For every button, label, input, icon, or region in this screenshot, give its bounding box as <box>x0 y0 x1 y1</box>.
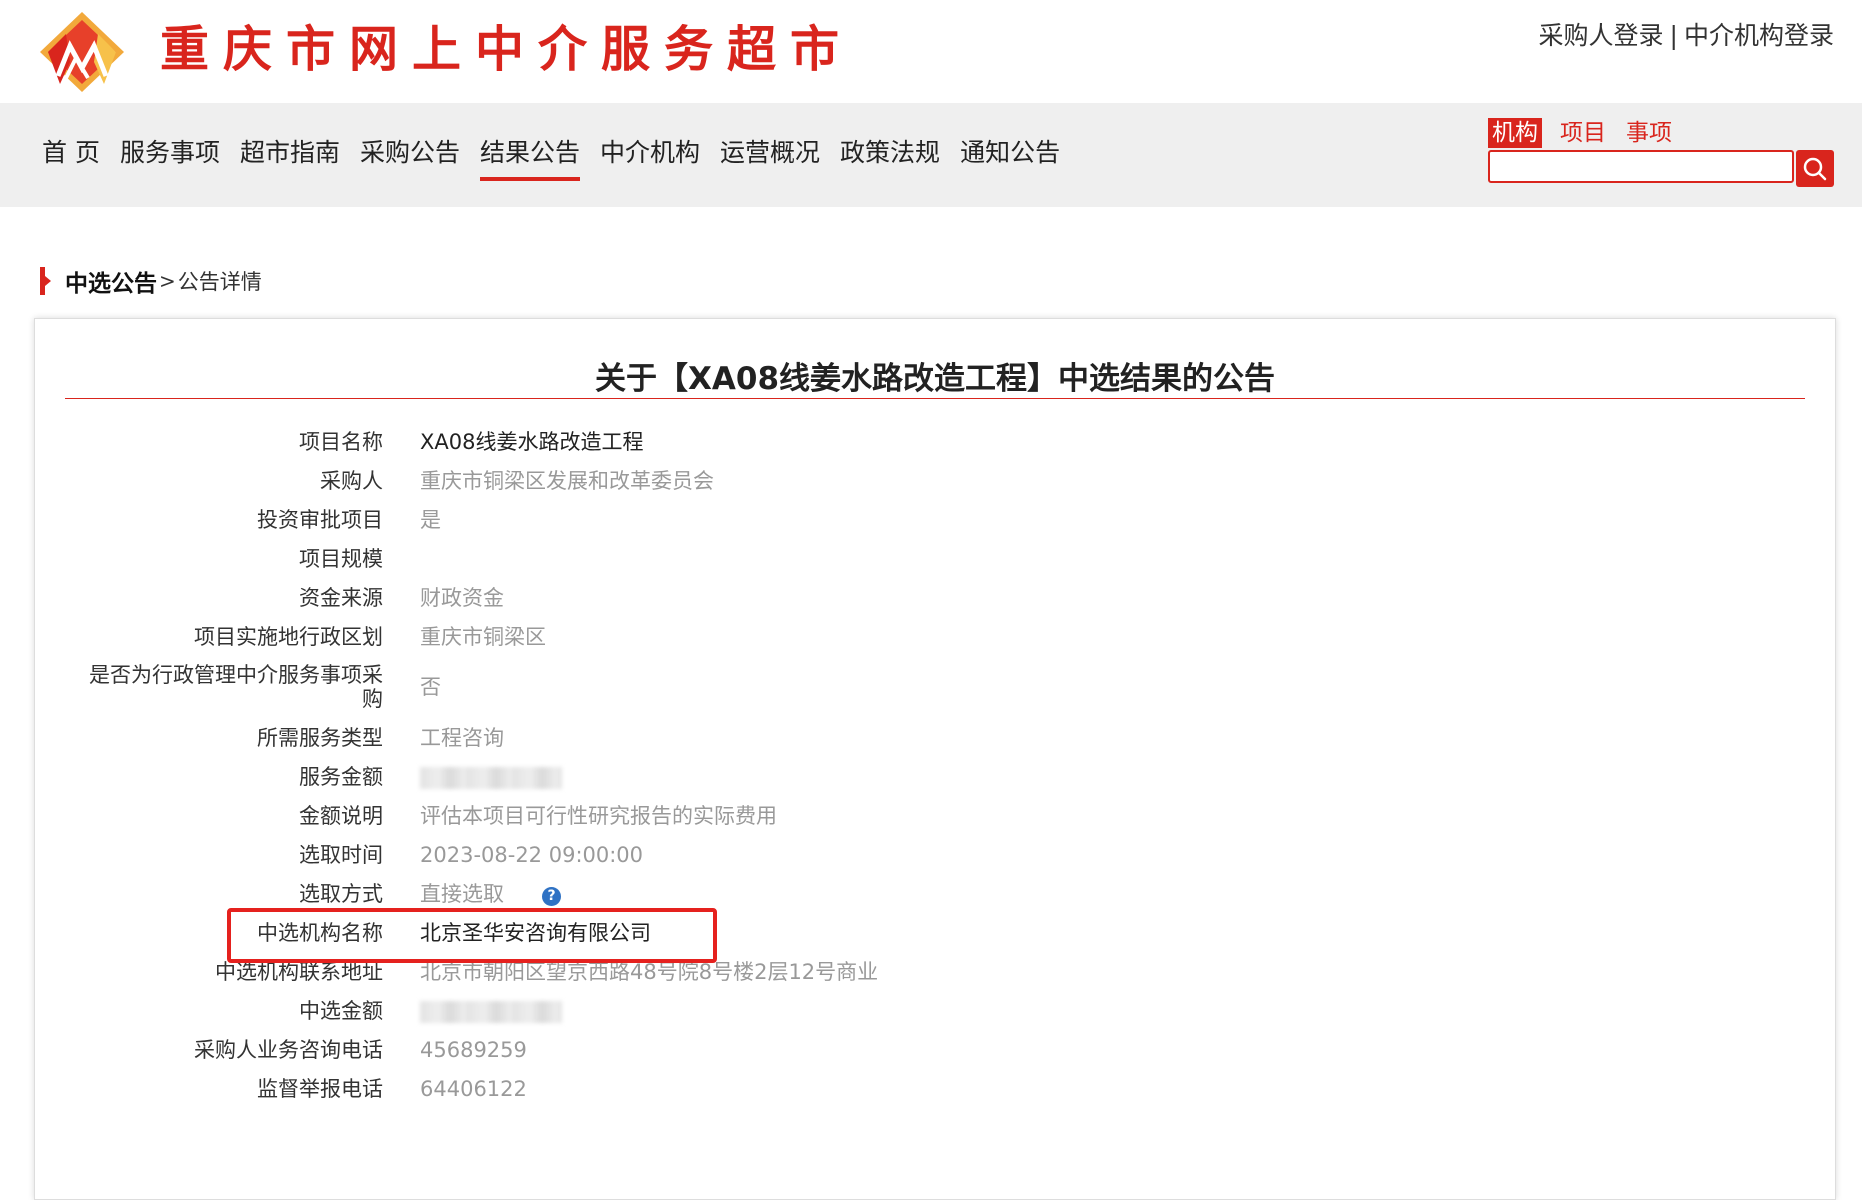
nav-item-policies[interactable]: 政策法规 <box>840 133 940 179</box>
detail-value-text: 45689259 <box>420 1037 527 1062</box>
breadcrumb-marker <box>40 267 51 295</box>
detail-value <box>420 765 562 789</box>
detail-value: 否 <box>420 675 441 699</box>
breadcrumb-separator: > <box>159 269 176 293</box>
nav-item-operations[interactable]: 运营概况 <box>720 133 820 179</box>
winner-highlight-box <box>227 908 717 963</box>
detail-label: 投资审批项目 <box>257 507 383 532</box>
breadcrumb-section[interactable]: 中选公告 <box>65 264 157 298</box>
redacted-amount <box>420 1000 562 1023</box>
detail-label: 金额说明 <box>299 803 383 828</box>
title-divider <box>65 398 1805 399</box>
detail-row: 采购人 重庆市铜梁区发展和改革委员会 <box>35 461 1035 500</box>
login-links: 采购人登录 | 中介机构登录 <box>1539 16 1834 52</box>
detail-value: XA08线姜水路改造工程 <box>420 430 643 454</box>
detail-row: 项目规模 <box>35 539 1035 578</box>
search-tab-item[interactable]: 事项 <box>1622 118 1676 148</box>
detail-label: 中选金额 <box>299 998 383 1023</box>
detail-label: 服务金额 <box>299 764 383 789</box>
detail-row: 服务金额 <box>35 757 1035 796</box>
detail-value: 64406122 <box>420 1077 527 1101</box>
nav-item-agencies[interactable]: 中介机构 <box>600 133 700 179</box>
nav-item-result-notices[interactable]: 结果公告 <box>480 133 581 181</box>
detail-label: 是否为行政管理中介服务事项采购 <box>89 663 383 711</box>
search-input[interactable] <box>1488 150 1794 183</box>
detail-label: 选取方式 <box>299 881 383 906</box>
detail-value-text: 重庆市铜梁区发展和改革委员会 <box>420 468 714 493</box>
search-icon <box>1803 157 1827 181</box>
detail-value: 直接选取? <box>420 882 561 906</box>
detail-value-text: 工程咨询 <box>420 725 504 750</box>
detail-value-text: 64406122 <box>420 1076 527 1101</box>
detail-value: 重庆市铜梁区发展和改革委员会 <box>420 469 714 493</box>
detail-label: 选取时间 <box>299 842 383 867</box>
detail-value-text: 评估本项目可行性研究报告的实际费用 <box>420 803 777 828</box>
login-separator: | <box>1669 21 1678 50</box>
agency-login-link[interactable]: 中介机构登录 <box>1684 21 1834 50</box>
detail-row: 投资审批项目 是 <box>35 500 1035 539</box>
redacted-amount <box>420 766 562 789</box>
site-title: 重庆市网上中介服务超市 <box>160 21 854 78</box>
detail-value: 工程咨询 <box>420 726 504 750</box>
detail-row: 项目名称 XA08线姜水路改造工程 <box>35 422 1035 461</box>
detail-label: 监督举报电话 <box>257 1076 383 1101</box>
detail-label: 所需服务类型 <box>257 725 383 750</box>
search-tab-project[interactable]: 项目 <box>1556 118 1610 148</box>
nav-item-service-items[interactable]: 服务事项 <box>120 133 220 179</box>
detail-label: 中选机构联系地址 <box>215 959 383 984</box>
detail-label: 项目实施地行政区划 <box>194 624 383 649</box>
logo-emblem-icon <box>40 12 124 92</box>
main-nav-bar: 首 页 服务事项 超市指南 采购公告 结果公告 中介机构 运营概况 政策法规 通… <box>0 103 1862 207</box>
detail-value: 45689259 <box>420 1038 527 1062</box>
detail-value: 重庆市铜梁区 <box>420 625 546 649</box>
detail-value-text: 否 <box>420 675 441 699</box>
detail-value: 是 <box>420 508 441 532</box>
buyer-login-link[interactable]: 采购人登录 <box>1539 21 1664 50</box>
nav-item-market-guide[interactable]: 超市指南 <box>240 133 340 179</box>
detail-value: 评估本项目可行性研究报告的实际费用 <box>420 804 777 828</box>
detail-row: 所需服务类型 工程咨询 <box>35 718 1035 757</box>
question-circle-icon[interactable]: ? <box>542 886 561 906</box>
top-header: 重庆市网上中介服务超市 采购人登录 | 中介机构登录 <box>0 0 1862 103</box>
nav-item-procurement-notices[interactable]: 采购公告 <box>360 133 460 179</box>
detail-value-text: 2023-08-22 09:00:00 <box>420 842 644 867</box>
detail-label: 资金来源 <box>299 585 383 610</box>
detail-row: 中选金额 <box>35 991 1035 1030</box>
detail-label: 项目规模 <box>299 546 383 571</box>
breadcrumb-page: 公告详情 <box>177 270 262 294</box>
detail-label: 项目名称 <box>299 429 383 454</box>
detail-value-text: 北京市朝阳区望京西路48号院8号楼2层12号商业 <box>420 959 879 984</box>
site-logo[interactable] <box>40 12 124 92</box>
search-tab-agency[interactable]: 机构 <box>1488 118 1542 148</box>
detail-value <box>420 999 562 1023</box>
notice-panel: 关于【XA08线姜水路改造工程】中选结果的公告 项目名称 XA08线姜水路改造工程… <box>34 318 1836 1200</box>
detail-row: 监督举报电话 64406122 <box>35 1069 1035 1108</box>
main-nav-menu: 首 页 服务事项 超市指南 采购公告 结果公告 中介机构 运营概况 政策法规 通… <box>42 133 1080 181</box>
detail-value-text: XA08线姜水路改造工程 <box>420 429 644 454</box>
detail-value-text: 重庆市铜梁区 <box>420 624 546 649</box>
detail-label: 采购人 <box>320 468 383 493</box>
detail-label: 采购人业务咨询电话 <box>194 1037 383 1062</box>
detail-list: 项目名称 XA08线姜水路改造工程 采购人 重庆市铜梁区发展和改革委员会 投资审批项目是… <box>35 422 1035 1108</box>
detail-value: 财政资金 <box>420 586 504 610</box>
detail-row: 是否为行政管理中介服务事项采购 否 <box>35 656 1035 718</box>
notice-title: 关于【XA08线姜水路改造工程】中选结果的公告 <box>594 361 1276 397</box>
breadcrumb: 中选公告 > 公告详情 <box>40 265 262 297</box>
detail-value-text: 直接选取 <box>420 881 504 906</box>
nav-item-home[interactable]: 首 页 <box>42 133 100 179</box>
detail-row: 金额说明 评估本项目可行性研究报告的实际费用 <box>35 796 1035 835</box>
search-button[interactable] <box>1796 150 1834 187</box>
detail-value-text: 是 <box>420 507 441 532</box>
detail-row: 项目实施地行政区划 重庆市铜梁区 <box>35 617 1035 656</box>
nav-item-announcements[interactable]: 通知公告 <box>960 133 1060 179</box>
detail-value: 2023-08-22 09:00:00 <box>420 843 643 867</box>
detail-row: 采购人业务咨询电话 45689259 <box>35 1030 1035 1069</box>
detail-row: 选取时间 2023-08-22 09:00:00 <box>35 835 1035 874</box>
search-type-tabs: 机构 项目 事项 <box>1488 118 1688 148</box>
detail-value-text: 财政资金 <box>420 585 504 610</box>
detail-value: 北京市朝阳区望京西路48号院8号楼2层12号商业 <box>420 960 878 984</box>
detail-row: 资金来源 财政资金 <box>35 578 1035 617</box>
